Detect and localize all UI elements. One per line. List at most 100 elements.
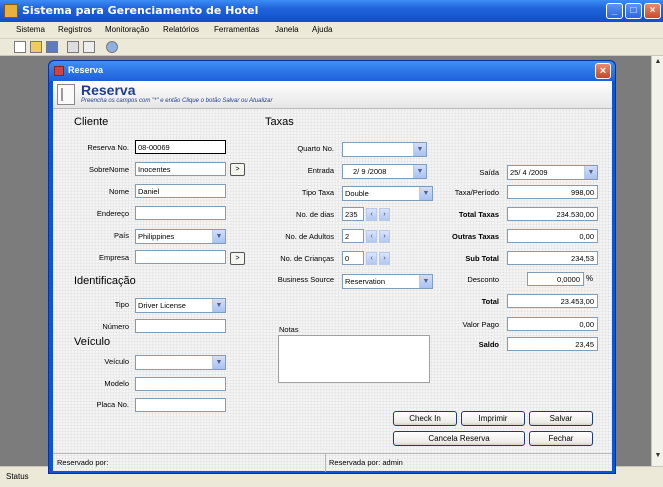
sobrenome-label: SobreNome [88,165,129,174]
tipo-taxa-select[interactable]: Double ▼ [342,186,433,201]
check-in-button[interactable]: Check In [393,411,457,426]
footer-divider [325,454,326,472]
chevron-down-icon[interactable]: ▼ [212,356,225,369]
vertical-scrollbar[interactable]: ▲ ▼ [651,56,663,466]
dias-label: No. de dias [296,210,334,219]
saldo-label: Saldo [478,340,499,349]
numero-field[interactable] [135,319,226,333]
minimize-button[interactable]: _ [606,3,623,19]
nome-label: Nome [108,187,129,196]
reserva-no-label: Reserva No. [87,143,129,152]
tipo-value: Driver License [138,301,186,310]
tipo-select[interactable]: Driver License ▼ [135,298,226,313]
nome-field[interactable]: Daniel [135,184,226,198]
taxa-periodo-field[interactable]: 998,00 [507,185,598,199]
menu-ajuda[interactable]: Ajuda [312,25,332,34]
menu-registros[interactable]: Registros [58,25,92,34]
entrada-date-picker[interactable]: 2/ 9 /2008 ▼ [342,164,427,179]
dialog-client: Reserva Preencha os campos com "*" e ent… [53,81,612,472]
chevron-down-icon[interactable]: ▼ [413,165,426,178]
empresa-field[interactable] [135,250,226,264]
empresa-browse-button[interactable]: > [230,252,245,265]
chevron-down-icon[interactable]: ▼ [419,187,432,200]
fechar-button[interactable]: Fechar [529,431,593,446]
chevron-down-icon[interactable]: ▼ [419,275,432,288]
tipo-taxa-label: Tipo Taxa [301,188,334,197]
modelo-field[interactable] [135,377,226,391]
total-field[interactable]: 23.453,00 [507,294,598,308]
pais-select[interactable]: Philippines ▼ [135,229,226,244]
section-taxas: Taxas [265,116,294,128]
scroll-up-icon[interactable]: ▲ [653,58,663,68]
desconto-label: Desconto [467,275,499,284]
menu-ferramentas[interactable]: Ferramentas [214,25,259,34]
document-icon [57,84,75,105]
new-icon[interactable] [14,41,26,53]
outras-taxas-label: Outras Taxas [452,232,499,241]
chevron-right-icon[interactable]: › [379,230,390,243]
numero-label: Número [102,322,129,331]
save-icon[interactable] [46,41,58,53]
outras-taxas-field[interactable]: 0,00 [507,229,598,243]
veiculo-label: Veículo [104,357,129,366]
salvar-button[interactable]: Salvar [529,411,593,426]
notas-label: Notas [279,325,299,334]
endereco-field[interactable] [135,206,226,220]
saida-date-picker[interactable]: 25/ 4 /2009 ▼ [507,165,598,180]
criancas-field[interactable]: 0 [342,251,364,265]
dialog-header: Reserva Preencha os campos com "*" e ent… [53,81,612,109]
business-source-select[interactable]: Reservation ▼ [342,274,433,289]
modelo-label: Modelo [104,379,129,388]
adultos-label: No. de Adultos [285,232,334,241]
close-button[interactable]: × [644,3,661,19]
dialog-title-bar: Reserva × [49,61,615,81]
dialog-close-button[interactable]: × [595,63,611,79]
sobrenome-browse-button[interactable]: > [230,163,245,176]
valor-pago-field[interactable]: 0,00 [507,317,598,331]
open-folder-icon[interactable] [30,41,42,53]
placa-field[interactable] [135,398,226,412]
print-preview-icon[interactable] [83,41,95,53]
adultos-field[interactable]: 2 [342,229,364,243]
quarto-label: Quarto No. [297,144,334,153]
menu-janela[interactable]: Janela [275,25,299,34]
saida-label: Saída [479,168,499,177]
header-subtitle: Preencha os campos com "*" e então Cliqu… [81,98,273,104]
criancas-label: No. de Crianças [280,254,334,263]
dias-field[interactable]: 235 [342,207,364,221]
globe-icon[interactable] [106,41,118,53]
pais-label: País [113,231,129,240]
chevron-down-icon[interactable]: ▼ [212,230,225,243]
total-label: Total [481,297,499,306]
veiculo-select[interactable]: ▼ [135,355,226,370]
sobrenome-field[interactable]: Inocentes [135,162,226,176]
toolbar [0,39,663,56]
reserva-no-field[interactable]: 08-00069 [135,140,226,154]
chevron-left-icon[interactable]: ‹ [366,208,377,221]
total-taxas-field[interactable]: 234.530,00 [507,207,598,221]
chevron-left-icon[interactable]: ‹ [366,230,377,243]
status-text: Status [6,472,29,481]
menu-monitoracao[interactable]: Monitoração [105,25,149,34]
saldo-field[interactable]: 23,45 [507,337,598,351]
chevron-right-icon[interactable]: › [379,208,390,221]
print-icon[interactable] [67,41,79,53]
cancela-reserva-button[interactable]: Cancela Reserva [393,431,525,446]
chevron-down-icon[interactable]: ▼ [584,166,597,179]
chevron-right-icon[interactable]: › [379,252,390,265]
notas-textarea[interactable] [278,335,430,383]
chevron-down-icon[interactable]: ▼ [212,299,225,312]
desconto-field[interactable]: 0,0000 [527,272,584,286]
chevron-left-icon[interactable]: ‹ [366,252,377,265]
menu-relatorios[interactable]: Relatórios [163,25,199,34]
tipo-taxa-value: Double [345,189,369,198]
quarto-select[interactable]: ▼ [342,142,427,157]
imprimir-button[interactable]: Imprimir [461,411,525,426]
scroll-down-icon[interactable]: ▼ [653,452,663,462]
reserva-dialog: Reserva × Reserva Preencha os campos com… [48,60,616,474]
chevron-down-icon[interactable]: ▼ [413,143,426,156]
sub-total-field[interactable]: 234,53 [507,251,598,265]
maximize-button[interactable]: □ [625,3,642,19]
sub-total-label: Sub Total [465,254,499,263]
menu-sistema[interactable]: Sistema [16,25,45,34]
